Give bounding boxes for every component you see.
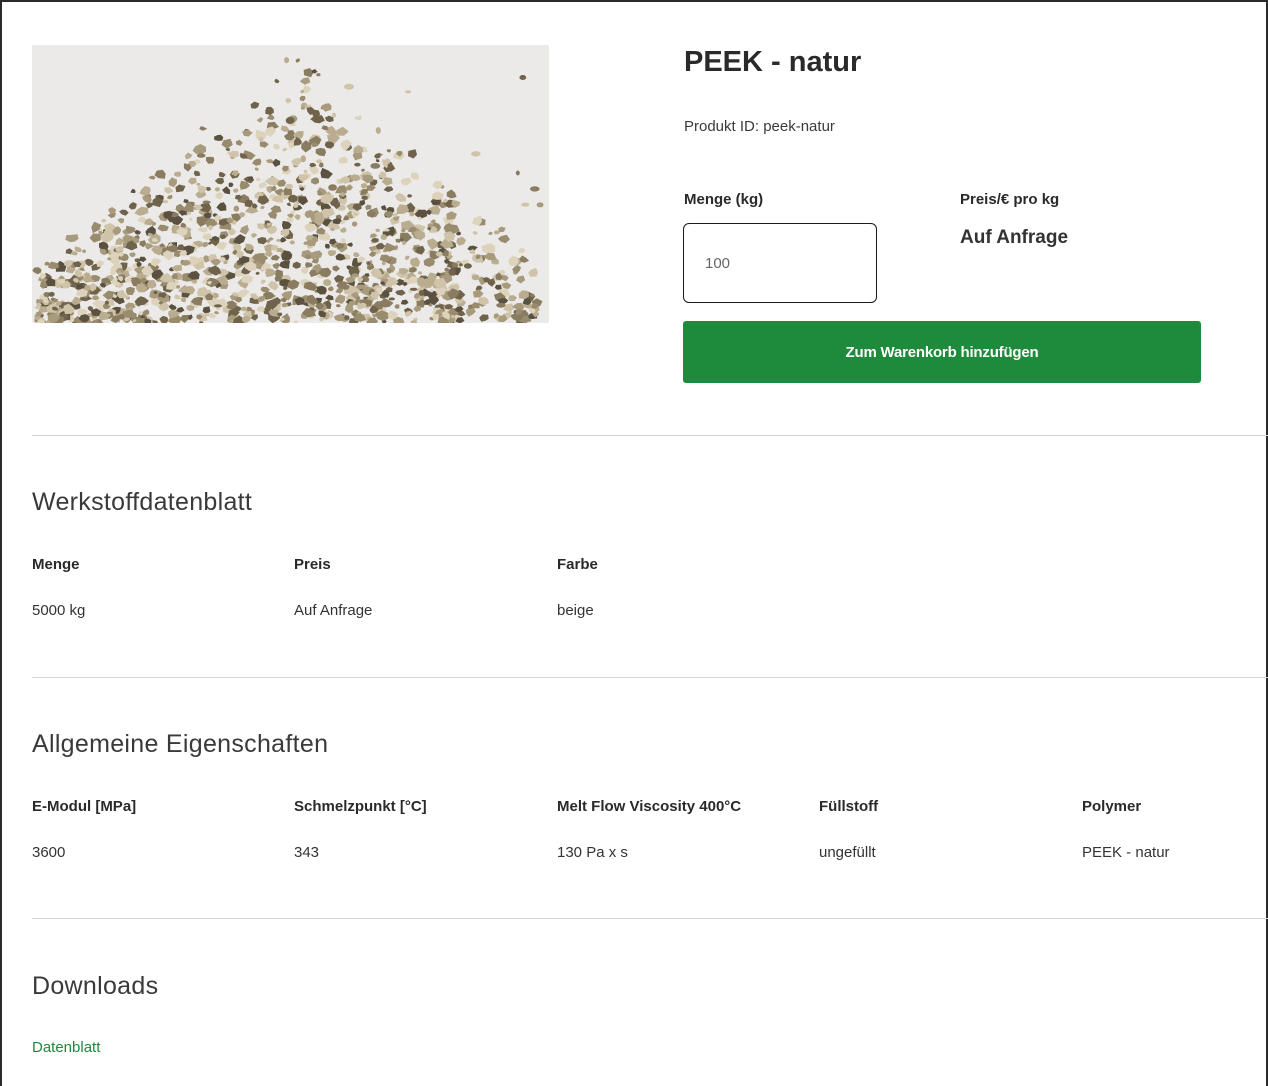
stray-granule	[356, 284, 366, 290]
section-divider	[32, 435, 1268, 436]
stray-granule	[409, 287, 418, 291]
property-value-melt-flow: 130 Pa x s	[557, 844, 628, 861]
stray-granule	[471, 274, 480, 281]
property-header-melt-flow: Melt Flow Viscosity 400°C	[557, 798, 742, 815]
property-value-e-modul: 3600	[32, 844, 66, 861]
stray-granule	[388, 297, 395, 301]
stray-granule	[323, 279, 332, 287]
section-divider	[32, 677, 1268, 678]
add-to-cart-button[interactable]: Zum Warenkorb hinzufügen	[683, 321, 1201, 383]
property-header-polymer: Polymer	[1082, 798, 1142, 815]
datasheet-header-farbe: Farbe	[557, 556, 598, 573]
product-image	[32, 45, 549, 323]
stray-granule	[354, 162, 361, 167]
stray-granule	[393, 212, 398, 218]
stray-granule	[375, 127, 381, 134]
stray-granule	[331, 112, 337, 118]
stray-granule	[202, 200, 211, 204]
stray-granule	[284, 57, 290, 64]
stray-granule	[380, 234, 387, 241]
stray-granule	[196, 153, 206, 158]
product-title: PEEK - natur	[684, 46, 862, 78]
quantity-label: Menge (kg)	[684, 191, 764, 208]
stray-granule	[471, 151, 481, 157]
stray-granule	[328, 184, 337, 191]
property-header-e-modul: E-Modul [MPa]	[32, 798, 137, 815]
stray-granule	[515, 170, 520, 176]
stray-granule	[536, 202, 544, 208]
datasheet-heading: Werkstoffdatenblatt	[32, 488, 253, 516]
product-id: Produkt ID: peek-natur	[684, 118, 835, 135]
section-divider	[32, 918, 1268, 919]
stray-granule	[233, 205, 240, 212]
stray-granule	[530, 186, 540, 192]
stray-granule	[418, 290, 425, 296]
property-header-schmelzpunkt: Schmelzpunkt [°C]	[294, 798, 427, 815]
stray-granule	[435, 281, 444, 289]
stray-granule	[496, 302, 506, 308]
stray-granule	[519, 75, 527, 80]
datasheet-value-farbe: beige	[557, 602, 594, 619]
stray-granule	[315, 302, 324, 310]
stray-granule	[289, 240, 295, 245]
property-value-polymer: PEEK - natur	[1082, 844, 1170, 861]
property-value-fuellstoff: ungefüllt	[819, 844, 876, 861]
quantity-input[interactable]	[683, 223, 877, 303]
stray-granule	[213, 304, 222, 308]
properties-heading: Allgemeine Eigenschaften	[32, 730, 329, 758]
stray-granule	[316, 73, 321, 77]
stray-granule	[300, 155, 306, 163]
stray-granule	[341, 284, 350, 290]
stray-granule	[521, 202, 530, 207]
stray-granule	[285, 183, 294, 189]
stray-granule	[351, 273, 359, 278]
stray-granule	[405, 90, 412, 94]
stray-granule	[344, 83, 354, 90]
price-value: Auf Anfrage	[960, 227, 1069, 248]
property-header-fuellstoff: Füllstoff	[819, 798, 879, 815]
datasheet-value-preis: Auf Anfrage	[294, 602, 373, 619]
stray-granule	[298, 184, 303, 188]
property-value-schmelzpunkt: 343	[294, 844, 320, 861]
datasheet-header-menge: Menge	[32, 556, 80, 573]
downloads-heading: Downloads	[32, 972, 159, 1000]
granulate-pile-image	[32, 45, 549, 323]
datasheet-header-preis: Preis	[294, 556, 331, 573]
stray-granule	[351, 221, 358, 227]
datasheet-value-menge: 5000 kg	[32, 602, 86, 619]
price-label: Preis/€ pro kg	[960, 191, 1060, 208]
stray-granule	[463, 263, 472, 269]
stray-granule	[285, 117, 295, 124]
stray-granule	[259, 136, 264, 142]
download-link-datenblatt[interactable]: Datenblatt	[32, 1039, 100, 1056]
stray-granule	[370, 163, 381, 169]
